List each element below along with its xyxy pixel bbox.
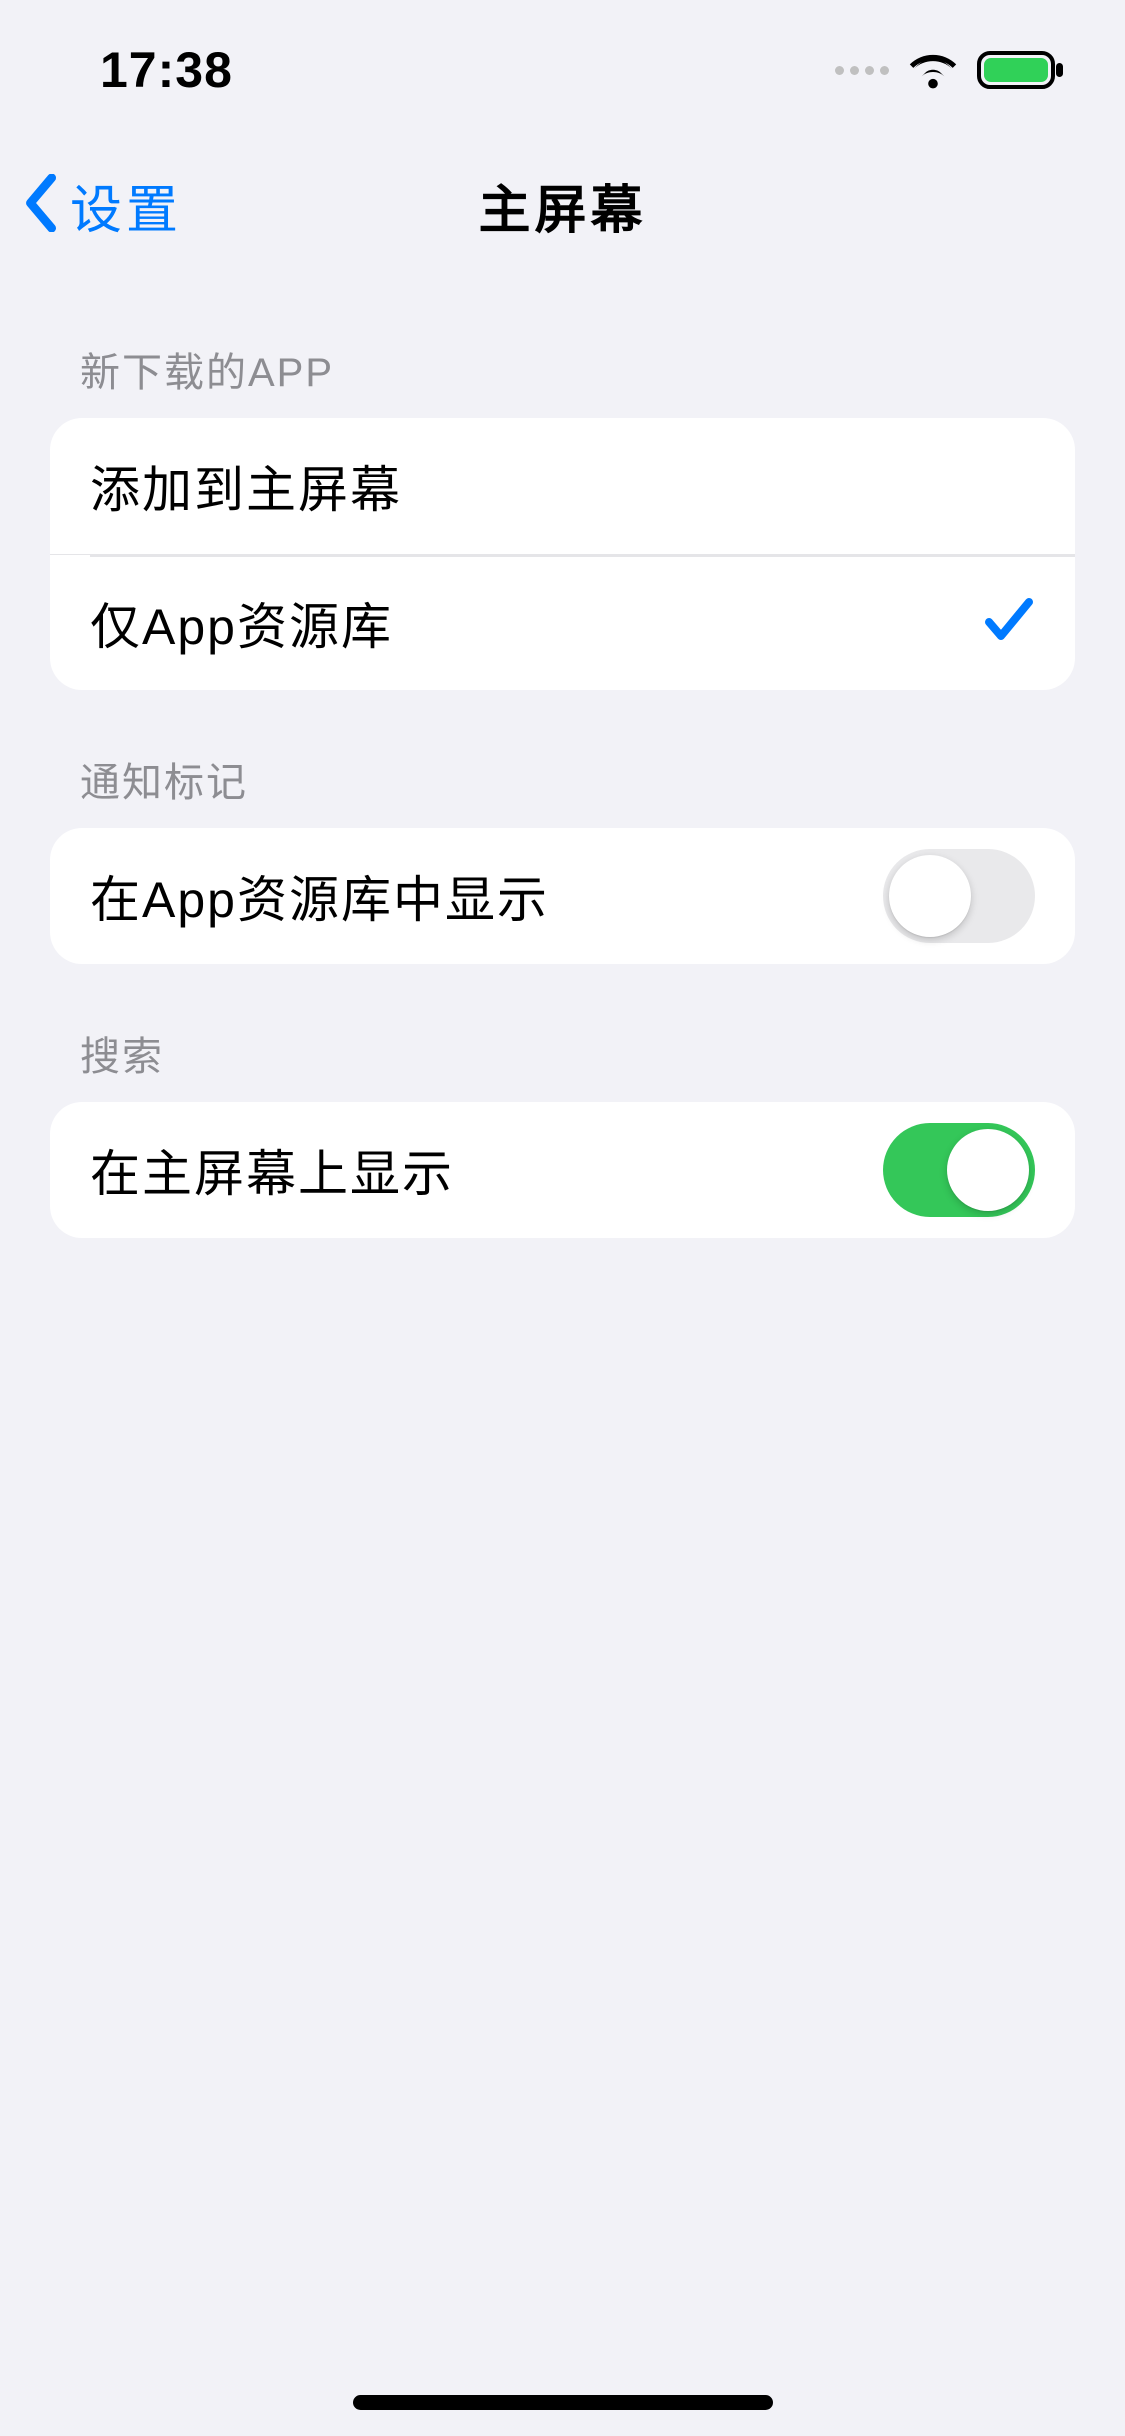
home-indicator[interactable] xyxy=(353,2395,773,2410)
section-header-badges: 通知标记 xyxy=(50,690,1075,828)
toggle-show-in-app-library: 在App资源库中显示 xyxy=(50,828,1075,964)
switch-show-on-home[interactable] xyxy=(883,1123,1035,1217)
option-label: 添加到主屏幕 xyxy=(90,450,402,522)
status-bar: 17:38 xyxy=(0,0,1125,140)
switch-show-in-app-library[interactable] xyxy=(883,849,1035,943)
option-app-library-only[interactable]: 仅App资源库 xyxy=(50,554,1075,690)
toggle-show-on-home: 在主屏幕上显示 xyxy=(50,1102,1075,1238)
toggle-label: 在App资源库中显示 xyxy=(90,860,549,932)
sim-signal-dots-icon xyxy=(835,66,889,75)
option-add-to-home[interactable]: 添加到主屏幕 xyxy=(50,418,1075,554)
section-header-new-apps: 新下载的APP xyxy=(50,270,1075,418)
option-label: 仅App资源库 xyxy=(90,587,393,659)
battery-icon xyxy=(977,49,1065,91)
wifi-icon xyxy=(907,50,959,90)
group-new-apps: 添加到主屏幕 仅App资源库 xyxy=(50,418,1075,690)
section-header-search: 搜索 xyxy=(50,964,1075,1102)
status-time: 17:38 xyxy=(100,41,233,99)
group-badges: 在App资源库中显示 xyxy=(50,828,1075,964)
navigation-bar: 设置 主屏幕 xyxy=(0,140,1125,270)
page-title: 主屏幕 xyxy=(0,168,1125,243)
group-search: 在主屏幕上显示 xyxy=(50,1102,1075,1238)
check-icon xyxy=(983,596,1035,649)
content: 新下载的APP 添加到主屏幕 仅App资源库 通知标记 在App资源库中显示 搜… xyxy=(0,270,1125,1238)
toggle-label: 在主屏幕上显示 xyxy=(90,1134,454,1206)
status-right xyxy=(835,49,1065,91)
